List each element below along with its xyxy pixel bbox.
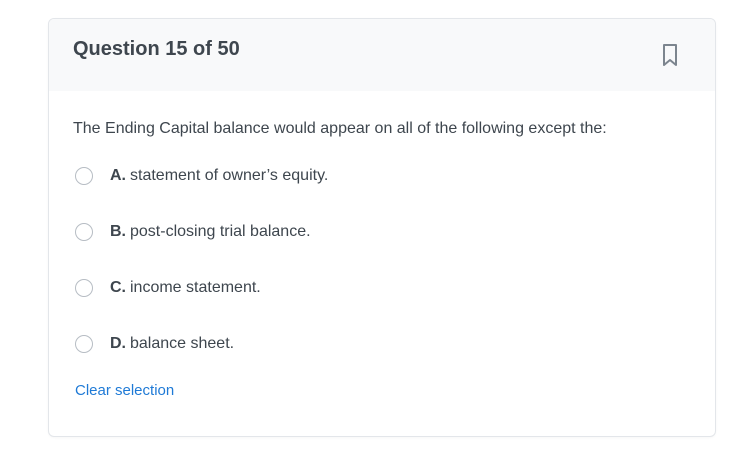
option-text: post-closing trial balance. [130, 223, 311, 240]
question-header: Question 15 of 50 [49, 19, 715, 91]
option-letter: D. [110, 335, 126, 352]
bookmark-button[interactable] [656, 41, 684, 69]
option-text: balance sheet. [130, 335, 235, 352]
option-letter: A. [110, 167, 126, 184]
radio-button[interactable] [75, 279, 93, 297]
option-text: income statement. [130, 279, 261, 296]
option-b[interactable]: B. post-closing trial balance. [73, 220, 673, 248]
question-title: Question 15 of 50 [73, 38, 240, 60]
question-prompt: The Ending Capital balance would appear … [73, 120, 607, 137]
question-card: Question 15 of 50 The Ending Capital bal… [48, 18, 716, 437]
option-d[interactable]: D. balance sheet. [73, 332, 673, 360]
option-letter: B. [110, 223, 126, 240]
option-text: statement of owner’s equity. [130, 167, 329, 184]
radio-button[interactable] [75, 167, 93, 185]
option-a[interactable]: A. statement of owner’s equity. [73, 164, 673, 192]
radio-button[interactable] [75, 223, 93, 241]
option-c[interactable]: C. income statement. [73, 276, 673, 304]
option-letter: C. [110, 279, 126, 296]
clear-selection-link[interactable]: Clear selection [75, 382, 174, 400]
bookmark-icon [663, 44, 677, 66]
radio-button[interactable] [75, 335, 93, 353]
